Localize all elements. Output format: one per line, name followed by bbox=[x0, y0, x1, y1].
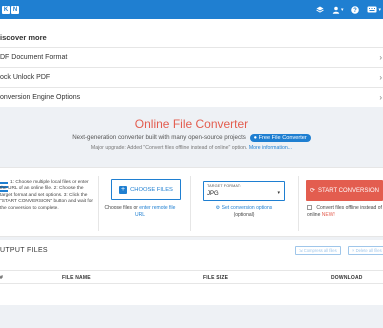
choose-help: Choose files or enter remote file URL bbox=[99, 205, 181, 219]
close-icon: × bbox=[352, 248, 355, 253]
options-note: (optional) bbox=[233, 212, 255, 218]
chevron-down-icon: ▾ bbox=[277, 190, 280, 196]
column-header: DOWNLOAD bbox=[331, 275, 363, 281]
start-conversion-label: START CONVERSION bbox=[318, 187, 380, 194]
chevron-down-icon: ▾ bbox=[378, 6, 381, 13]
logo[interactable]: K N bbox=[2, 5, 19, 14]
compress-all-label: Compress all files bbox=[303, 248, 337, 253]
divider bbox=[98, 176, 99, 231]
instructions: 1: Choose multiple local files or enter … bbox=[0, 178, 96, 234]
svg-text:?: ? bbox=[354, 8, 358, 14]
hero: Online File Converter Next-generation co… bbox=[0, 107, 383, 167]
offline-checkbox[interactable] bbox=[307, 205, 312, 210]
top-bar: K N ▾ ? ▾ bbox=[0, 0, 383, 19]
column-header: FILE SIZE bbox=[203, 275, 229, 281]
output-files-panel: UTPUT FILES ⇲ Compress all files × Delet… bbox=[0, 240, 383, 305]
more-information-link[interactable]: More information... bbox=[249, 145, 292, 151]
hero-subtitle-text: Next-generation converter built with man… bbox=[72, 134, 246, 141]
chevron-right-icon: › bbox=[379, 53, 382, 62]
new-badge: NEW! bbox=[321, 212, 335, 218]
discover-panel: iscover more DF Document Format › ock Un… bbox=[0, 19, 383, 107]
offline-text: Convert files offline instead of online bbox=[307, 205, 382, 218]
refresh-icon: ⟳ bbox=[309, 188, 315, 194]
output-files-title: UTPUT FILES bbox=[0, 247, 48, 254]
column-header: FILE NAME bbox=[62, 275, 91, 281]
chevron-right-icon: › bbox=[379, 73, 382, 82]
user-icon[interactable]: ▾ bbox=[332, 6, 344, 14]
compress-icon: ⇲ bbox=[299, 248, 303, 253]
help-icon[interactable]: ? bbox=[351, 5, 360, 14]
delete-all-button[interactable]: × Delete all files bbox=[348, 246, 383, 255]
set-options-link[interactable]: Set conversion options bbox=[222, 205, 273, 211]
table-header: # FILE NAME FILE SIZE DOWNLOAD bbox=[0, 270, 383, 284]
chevron-down-icon: ▾ bbox=[340, 6, 344, 13]
discover-item-unlock-pdf[interactable]: ock Unlock PDF › bbox=[0, 67, 383, 87]
plus-icon: + bbox=[119, 185, 128, 194]
logo-letter-1: K bbox=[2, 5, 10, 14]
hero-subtitle: Next-generation converter built with man… bbox=[0, 134, 383, 142]
choose-files-label: CHOOSE FILES bbox=[130, 186, 173, 193]
remote-url-link[interactable]: enter remote file URL bbox=[135, 205, 175, 218]
start-conversion-button[interactable]: ⟳ START CONVERSION bbox=[306, 180, 383, 201]
column-header: # bbox=[0, 275, 3, 281]
discover-item-label: DF Document Format bbox=[0, 54, 68, 61]
instructions-text: 1: Choose multiple local files or enter … bbox=[0, 180, 93, 211]
discover-title: iscover more bbox=[0, 33, 47, 42]
page-title: Online File Converter bbox=[134, 117, 249, 131]
upgrade-note: Major upgrade: Added "Convert files offl… bbox=[0, 145, 383, 151]
github-icon: ● bbox=[253, 135, 258, 141]
discover-item-engine-options[interactable]: onversion Engine Options › bbox=[0, 87, 383, 107]
keyboard-icon[interactable]: ▾ bbox=[367, 6, 381, 13]
discover-item-pdf-format[interactable]: DF Document Format › bbox=[0, 47, 383, 67]
discover-item-label: ock Unlock PDF bbox=[0, 74, 51, 81]
choose-help-text: Choose files or bbox=[104, 205, 138, 211]
target-format-value: JPG bbox=[207, 191, 219, 197]
converter-panel: 1: Choose multiple local files or enter … bbox=[0, 167, 383, 237]
divider bbox=[190, 176, 191, 231]
target-format-select[interactable]: TARGET FORMAT: JPG ▾ bbox=[203, 181, 285, 201]
logo-letter-2: N bbox=[11, 5, 19, 14]
choose-files-button[interactable]: + CHOOSE FILES bbox=[111, 179, 181, 200]
free-converter-badge-label: Free File Converter bbox=[258, 135, 307, 141]
target-format-label: TARGET FORMAT: bbox=[207, 184, 241, 188]
delete-all-label: Delete all files bbox=[355, 248, 382, 253]
chevron-right-icon: › bbox=[379, 93, 382, 102]
conversion-options: ⚙ Set conversion options (optional) bbox=[203, 205, 285, 219]
free-converter-badge[interactable]: ● Free File Converter bbox=[249, 134, 311, 142]
offline-option: Convert files offline instead of online … bbox=[307, 205, 383, 219]
compress-all-button[interactable]: ⇲ Compress all files bbox=[295, 246, 341, 255]
divider bbox=[298, 176, 299, 231]
gear-icon: ⚙ bbox=[215, 205, 221, 211]
upgrade-note-text: Major upgrade: Added "Convert files offl… bbox=[90, 145, 248, 151]
discover-item-label: onversion Engine Options bbox=[0, 94, 81, 101]
layers-icon[interactable] bbox=[316, 6, 324, 14]
